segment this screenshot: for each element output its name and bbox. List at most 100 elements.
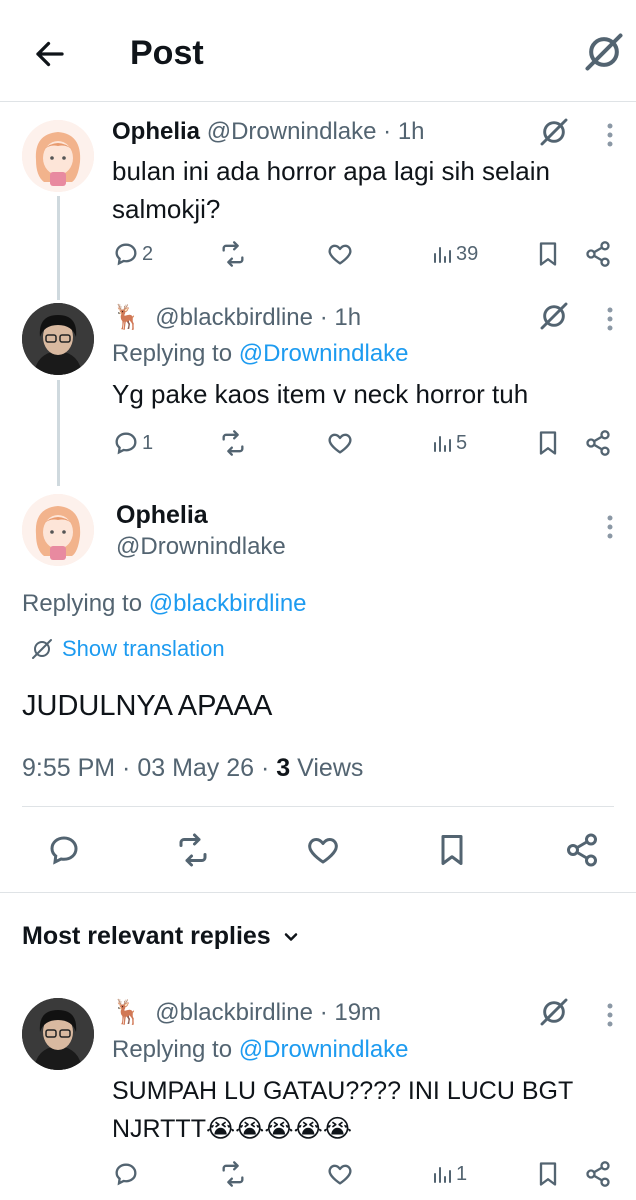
bookmark-button[interactable] [534, 429, 562, 457]
post-time: · 19m [319, 999, 382, 1026]
author-name[interactable]: Ophelia [116, 501, 208, 530]
repost-button[interactable] [218, 240, 248, 268]
mention-link[interactable]: @Drownindlake [239, 1036, 409, 1063]
share-button[interactable] [584, 240, 612, 268]
chevron-down-icon [284, 932, 297, 941]
repost-button[interactable] [218, 429, 248, 457]
bookmark-button[interactable] [434, 832, 470, 868]
reply-count: 1 [142, 431, 154, 454]
author-handle[interactable]: @blackbirdline [155, 304, 313, 331]
post-header: 🦌 @blackbirdline · 1h [112, 303, 361, 332]
heart-icon [308, 838, 338, 864]
replying-to: Replying to @blackbirdline [22, 590, 307, 617]
avatar[interactable] [22, 998, 94, 1070]
bookmark-icon [539, 242, 557, 266]
avatar[interactable] [22, 120, 94, 192]
grok-icon[interactable] [582, 30, 626, 74]
post-time: · 1h [383, 118, 425, 145]
divider [0, 892, 636, 893]
page-title: Post [130, 34, 204, 72]
repost-icon [179, 833, 207, 867]
views-count: 3 [276, 754, 291, 782]
reply-icon [50, 836, 78, 865]
heart-icon [328, 244, 352, 265]
share-button[interactable] [564, 832, 600, 868]
reply-button[interactable]: 2 [112, 240, 153, 268]
avatar[interactable] [22, 303, 94, 375]
post-header: Ophelia @Drownindlake · 1h [112, 118, 425, 146]
bookmark-icon [539, 431, 557, 455]
share-icon [586, 1161, 610, 1187]
views-button[interactable]: 1 [430, 1160, 467, 1188]
share-icon [567, 833, 597, 867]
replying-to: Replying to @Drownindlake [112, 1036, 409, 1063]
views-count: 39 [456, 242, 479, 265]
bookmark-icon [441, 835, 463, 865]
post-header: 🦌 @blackbirdline · 19m [112, 998, 381, 1027]
more-options-icon[interactable] [600, 120, 620, 150]
post-text: bulan ini ada horror apa lagi sih selain… [112, 156, 550, 224]
views-count: 5 [456, 431, 468, 454]
views-button[interactable]: 39 [430, 240, 478, 268]
author-handle[interactable]: @blackbirdline [155, 999, 313, 1026]
repost-button[interactable] [174, 832, 212, 868]
author-handle[interactable]: @Drownindlake [116, 533, 286, 561]
mention-link[interactable]: @Drownindlake [239, 340, 409, 367]
bookmark-button[interactable] [534, 240, 562, 268]
header-divider [0, 101, 636, 102]
author-name[interactable]: 🦌 [112, 999, 142, 1026]
share-button[interactable] [584, 1160, 612, 1188]
grok-icon[interactable] [538, 996, 570, 1028]
replies-sort-dropdown[interactable]: Most relevant replies [22, 922, 301, 951]
repost-icon [222, 430, 244, 456]
share-button[interactable] [584, 429, 612, 457]
author-handle[interactable]: @Drownindlake [207, 118, 377, 145]
mention-link[interactable]: @blackbirdline [149, 590, 307, 617]
more-options-icon[interactable] [600, 304, 620, 334]
thread-line [57, 380, 60, 486]
replying-to: Replying to @Drownindlake [112, 340, 409, 367]
like-button[interactable] [326, 240, 354, 268]
heart-icon [328, 433, 352, 454]
views-count: 1 [456, 1162, 468, 1185]
post-text: JUDULNYA APAAA [22, 690, 273, 722]
reply-button[interactable] [112, 1160, 140, 1188]
reply-icon [115, 1163, 137, 1186]
grok-icon[interactable] [538, 116, 570, 148]
avatar[interactable] [22, 494, 94, 566]
post-text: Yg pake kaos item v neck horror tuh [112, 379, 529, 409]
more-options-icon[interactable] [600, 1000, 620, 1030]
grok-icon[interactable] [538, 300, 570, 332]
post-time: · 1h [319, 304, 362, 331]
heart-icon [328, 1164, 352, 1185]
bookmark-icon [539, 1162, 557, 1186]
show-translation-button[interactable]: Show translation [30, 636, 225, 662]
translate-icon [32, 639, 52, 659]
like-button[interactable] [305, 832, 341, 868]
reply-icon [115, 432, 137, 455]
like-button[interactable] [326, 429, 354, 457]
post-timestamp: 9:55 PM · 03 May 26 · 3 Views [22, 754, 364, 782]
analytics-icon [434, 1167, 451, 1183]
reply-icon [115, 243, 137, 266]
analytics-icon [434, 247, 451, 263]
author-name[interactable]: Ophelia [112, 118, 200, 145]
reply-count: 2 [142, 242, 154, 265]
repost-button[interactable] [218, 1160, 248, 1188]
author-name[interactable]: 🦌 [112, 304, 142, 331]
repost-icon [222, 1161, 244, 1187]
divider [22, 806, 614, 807]
repost-icon [222, 241, 244, 267]
bookmark-button[interactable] [534, 1160, 562, 1188]
thread-line [57, 196, 60, 300]
reply-button[interactable]: 1 [112, 429, 153, 457]
share-icon [586, 430, 610, 456]
views-button[interactable]: 5 [430, 429, 467, 457]
more-options-icon[interactable] [600, 512, 620, 542]
post-text: SUMPAH LU GATAU???? INI LUCU BGT NJRTTT😭… [112, 1077, 574, 1143]
like-button[interactable] [326, 1160, 354, 1188]
reply-button[interactable] [46, 832, 82, 868]
analytics-icon [434, 436, 451, 452]
back-arrow-icon[interactable] [32, 36, 68, 72]
share-icon [586, 241, 610, 267]
